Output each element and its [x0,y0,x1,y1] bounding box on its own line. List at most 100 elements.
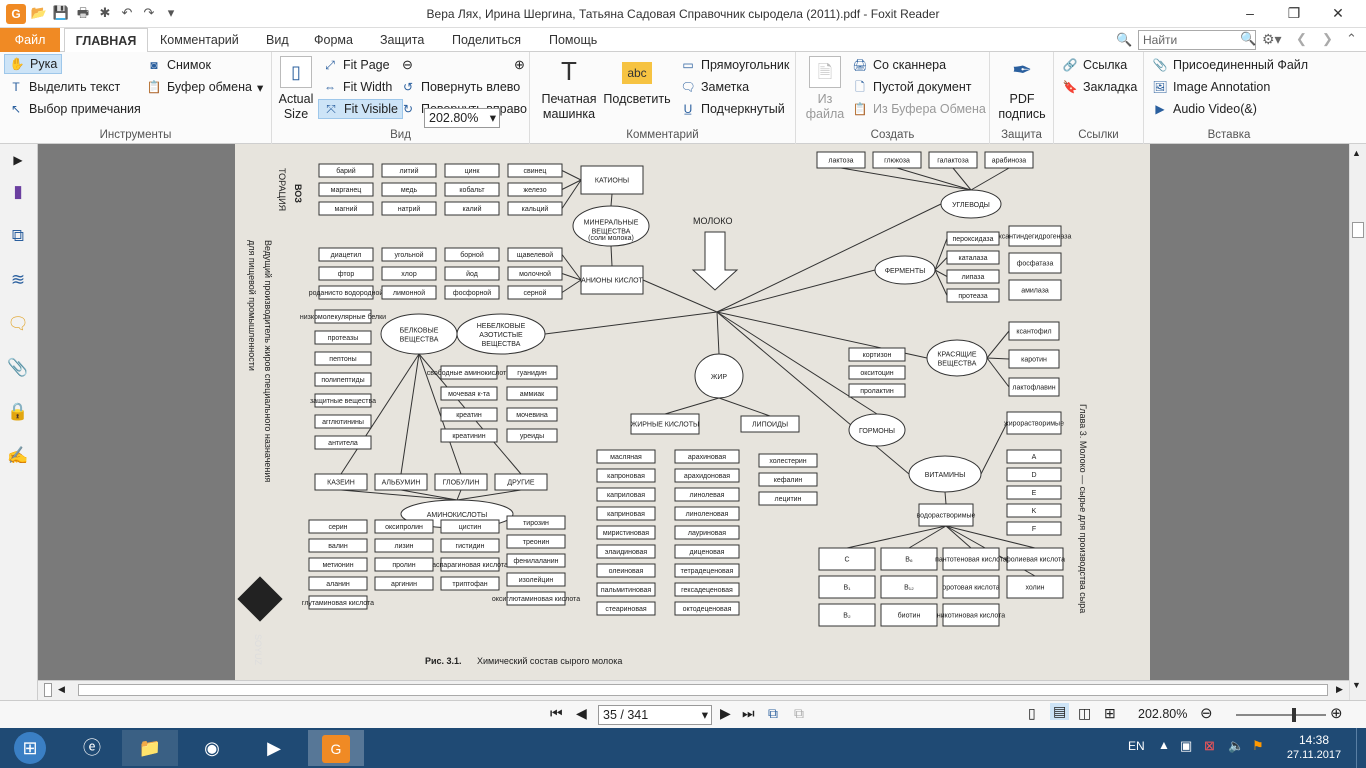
tab-protect[interactable]: Защита [374,28,430,52]
search-icon[interactable]: 🔍 [1240,31,1256,47]
tab-help[interactable]: Помощь [543,28,603,52]
start-button[interactable]: ⊞ [0,730,60,766]
zoom-select[interactable]: 202.80% ▾ [424,108,500,128]
zoom-out-icon[interactable]: ⊖ [402,57,413,73]
tab-file[interactable]: Файл [0,28,60,52]
first-page-icon[interactable]: ⏮ [550,705,563,722]
tab-view[interactable]: Вид [260,28,295,52]
tab-share[interactable]: Поделиться [446,28,527,52]
bookmark-button[interactable]: 🔖 Закладка [1062,77,1138,97]
next-page-icon[interactable]: ▶ [720,705,731,722]
zoom-slider[interactable] [1236,708,1326,722]
page-number-input[interactable]: 35 / 341 ▾ [598,705,712,725]
prev-page-icon[interactable]: ◀ [576,705,587,722]
tab-comment[interactable]: Комментарий [154,28,245,52]
image-annotation-button[interactable]: 🖼 Image Annotation [1152,77,1270,97]
rectangle-button[interactable]: ▭ Прямоугольник [680,55,789,75]
note-button[interactable]: 🗨 Заметка [680,77,749,97]
link-button[interactable]: 🔗 Ссылка [1062,55,1128,75]
clock-time[interactable]: 14:38 [1286,733,1342,747]
scroll-right-icon[interactable]: ▶ [1336,684,1343,695]
water-vitamin-3: B₆ [905,557,913,564]
comments-icon[interactable]: 🗨 [6,312,30,336]
ie-taskbar-item[interactable]: ⓔ [64,730,120,766]
fit-width-button[interactable]: ⇔ Fit Width [322,77,392,97]
previous-view-icon[interactable]: ⧉ [768,705,778,722]
scroll-left-icon[interactable]: ◀ [58,684,65,695]
close-button[interactable]: ✕ [1316,2,1360,24]
connector-line [986,357,1010,360]
signature-icon[interactable]: ✍ [6,444,30,468]
settings-icon[interactable]: ⚙▾ [1262,31,1282,48]
snapshot-tool[interactable]: ◙ Снимок [146,55,211,75]
show-desktop-button[interactable] [1356,728,1366,768]
horizontal-scrollbar[interactable]: ◀ ▶ [38,680,1349,700]
from-file-button[interactable]: 🗎 Из файла [802,56,848,122]
language-indicator[interactable]: EN [1128,739,1145,753]
media-taskbar-item[interactable]: ▶ [246,730,302,766]
tray-app-icon[interactable]: ▣ [1180,738,1192,754]
pages-icon[interactable]: ▮ [6,180,30,204]
scanner-icon: 🖨 [852,58,868,72]
foxit-taskbar-item[interactable]: G [308,730,364,766]
vertical-scrollbar[interactable]: ▲ ▼ [1349,144,1366,700]
maximize-button[interactable]: ❐ [1272,2,1316,24]
fit-page-button[interactable]: ⤢ Fit Page [322,55,389,75]
security-icon[interactable]: 🔒 [6,400,30,424]
underline-button[interactable]: U̲ Подчеркнутый [680,99,785,119]
tab-form[interactable]: Форма [308,28,359,52]
expand-panel-icon[interactable]: ▶ [6,148,30,172]
layers-copy-icon[interactable]: ⧉ [6,224,30,248]
layers-icon[interactable]: ≋ [6,268,30,292]
rotate-left-button[interactable]: ↺ Повернуть влево [400,77,520,97]
hscroll-thumb[interactable] [78,684,1328,696]
from-scanner-button[interactable]: 🖨 Со сканнера [852,55,946,75]
blank-document-button[interactable]: 🗋 Пустой документ [852,77,971,97]
select-annotation-tool[interactable]: ↖ Выбор примечания [8,99,141,119]
facing-icon[interactable]: ◫ [1078,705,1091,722]
chrome-taskbar-item[interactable]: ◉ [184,730,240,766]
explorer-taskbar-item[interactable]: 📁 [122,730,178,766]
pdf-sign-button[interactable]: ✒ PDF подпись [994,56,1050,122]
tray-expand-icon[interactable]: ▲ [1158,738,1170,752]
clock-date[interactable]: 27.11.2017 [1282,749,1346,761]
collapse-ribbon-icon[interactable]: ⌃ [1346,31,1357,47]
clipboard-tool[interactable]: 📋 Буфер обмена ▾ [146,77,264,97]
attachments-icon[interactable]: 📎 [6,356,30,380]
search-input[interactable]: Найти [1138,30,1256,50]
document-viewport[interactable]: КАТИОНЫ АНИОНЫ КИСЛОТ МИНЕРАЛЬНЫЕ ВЕЩЕСТВА (… [38,144,1349,680]
panel-splitter[interactable] [44,683,52,697]
scroll-thumb[interactable] [1352,222,1364,238]
last-page-icon[interactable]: ⏭ [742,705,755,722]
scroll-down-icon[interactable]: ▼ [1352,680,1361,690]
zoom-slider-thumb[interactable] [1292,708,1296,722]
hand-tool[interactable]: ✋ Рука [4,54,63,74]
fat-vitamin-1: D [1031,472,1036,479]
single-page-icon[interactable]: ▯ [1028,705,1036,722]
zoom-in-icon[interactable]: ⊕ [514,57,525,73]
next-view-icon[interactable]: ⧉ [794,705,804,722]
zoom-in-icon[interactable]: ⊕ [1330,704,1343,722]
network-icon[interactable]: ⊠ [1204,738,1215,754]
flag-icon[interactable]: ⚑ [1252,738,1264,754]
fit-visible-button[interactable]: ⤧ Fit Visible [318,99,403,119]
search-tool-icon[interactable]: 🔍 [1116,32,1132,48]
continuous-facing-icon[interactable]: ⊞ [1104,705,1116,722]
audio-video-button[interactable]: ▶ Audio Video(&) [1152,99,1256,119]
highlight-button[interactable]: abc Подсветить [602,56,672,107]
volume-icon[interactable]: 🔈 [1228,738,1244,754]
select-text-tool[interactable]: T Выделить текст [8,77,120,97]
continuous-page-icon[interactable]: ▤ [1050,703,1070,720]
tab-home[interactable]: ГЛАВНАЯ [64,28,148,52]
connector-line [840,167,972,191]
minimize-button[interactable]: – [1228,2,1272,24]
scroll-up-icon[interactable]: ▲ [1352,148,1361,158]
attached-file-button[interactable]: 📎 Присоединенный Файл [1152,55,1309,75]
fatty-1-5: элаидиновая [605,549,648,556]
zoom-out-icon[interactable]: ⊖ [1200,704,1213,722]
forward-icon[interactable]: ❯ [1322,31,1333,47]
typewriter-button[interactable]: T Печатная машинка [536,56,602,122]
back-icon[interactable]: ❮ [1296,31,1307,47]
from-clipboard-button[interactable]: 📋 Из Буфера Обмена [852,99,986,119]
actual-size-button[interactable]: ▯ Actual Size [276,56,316,122]
